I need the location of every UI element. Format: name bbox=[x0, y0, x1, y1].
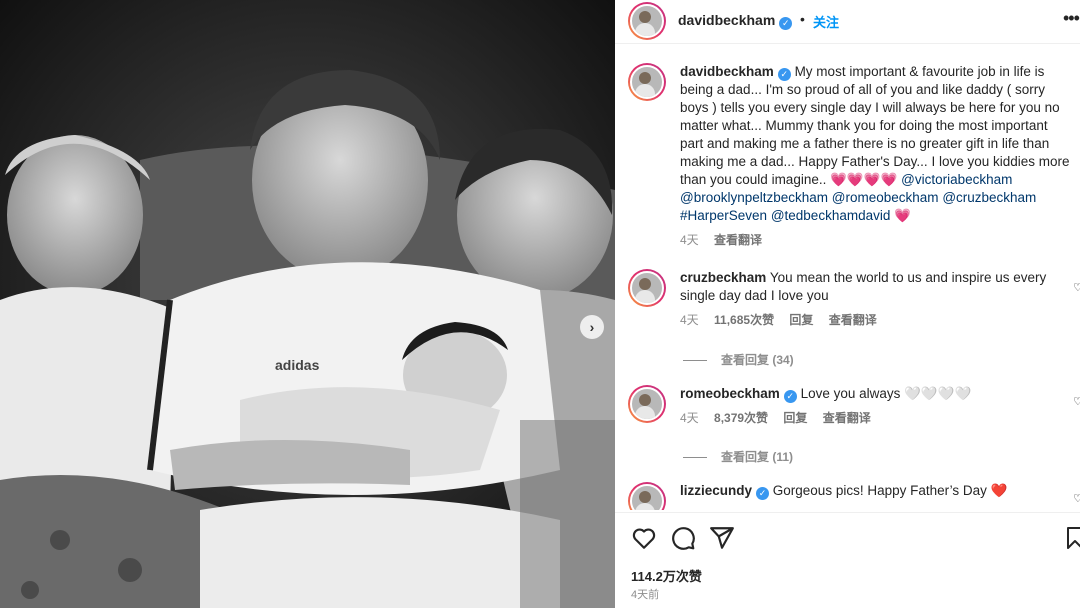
comment-text: Gorgeous pics! Happy Father’s Day ❤️ bbox=[772, 483, 1008, 498]
heart-icon[interactable]: ♡ bbox=[1073, 281, 1080, 294]
view-replies-button[interactable]: 查看回复 (11) bbox=[683, 448, 793, 465]
caption-meta: 4天 查看翻译 bbox=[680, 231, 1070, 249]
post-author-username[interactable]: davidbeckham ✓ bbox=[678, 12, 793, 30]
caption-text: My most important & favourite job in lif… bbox=[680, 64, 1070, 187]
post-image: adidas › bbox=[0, 0, 615, 608]
comment-meta: 4天 8,379次赞 回复 查看翻译 bbox=[680, 409, 1070, 427]
comment-body: lizziecundy ✓ Gorgeous pics! Happy Father… bbox=[680, 482, 1070, 500]
mention-link[interactable]: @romeobeckham bbox=[832, 190, 939, 205]
mention-link[interactable]: @cruzbeckham bbox=[942, 190, 1036, 205]
comment-body: cruzbeckham You mean the world to us and… bbox=[680, 269, 1070, 329]
translate-button[interactable]: 查看翻译 bbox=[829, 313, 877, 327]
reply-button[interactable]: 回复 bbox=[783, 411, 807, 425]
more-options-icon[interactable]: ••• bbox=[1063, 8, 1080, 29]
avatar[interactable] bbox=[628, 269, 666, 307]
comment-body: romeobeckham ✓ Love you always 🤍🤍🤍🤍 4天 8,… bbox=[680, 385, 1070, 427]
avatar[interactable] bbox=[628, 63, 666, 101]
verified-badge-icon: ✓ bbox=[756, 487, 770, 500]
caption-username[interactable]: davidbeckham ✓ bbox=[680, 64, 791, 81]
comment-username[interactable]: cruzbeckham bbox=[680, 270, 766, 285]
bookmark-icon[interactable] bbox=[1063, 525, 1080, 551]
avatar[interactable] bbox=[628, 482, 666, 510]
avatar[interactable] bbox=[628, 385, 666, 423]
heart-icon[interactable]: ♡ bbox=[1073, 492, 1080, 505]
comment-time[interactable]: 4天 bbox=[680, 411, 699, 425]
follow-button[interactable]: 关注 bbox=[813, 12, 839, 31]
comment-icon[interactable] bbox=[670, 525, 696, 551]
verified-badge-icon: ✓ bbox=[783, 390, 797, 403]
divider-line bbox=[683, 457, 707, 459]
caption-body: davidbeckham ✓ My most important & favour… bbox=[680, 63, 1070, 249]
hashtag-link[interactable]: #HarperSeven bbox=[680, 208, 767, 223]
post-detail-panel: davidbeckham ✓ • 关注 ••• davidbeckham ✓ My … bbox=[615, 0, 1080, 608]
caption-time[interactable]: 4天 bbox=[680, 233, 699, 247]
reply-button[interactable]: 回复 bbox=[789, 313, 813, 327]
heart-icon[interactable] bbox=[631, 525, 657, 551]
mention-link[interactable]: @tedbeckhamdavid bbox=[771, 208, 891, 223]
translate-button[interactable]: 查看翻译 bbox=[823, 411, 871, 425]
comment-username[interactable]: romeobeckham ✓ bbox=[680, 386, 797, 403]
comment-text: Love you always 🤍🤍🤍🤍 bbox=[800, 386, 972, 401]
separator-dot: • bbox=[800, 11, 805, 27]
family-photo: adidas bbox=[0, 0, 615, 608]
heart-icon[interactable]: ♡ bbox=[1073, 395, 1080, 408]
action-bar: 114.2万次赞 4天前 bbox=[615, 512, 1080, 608]
share-icon[interactable] bbox=[709, 525, 735, 551]
svg-text:adidas: adidas bbox=[275, 357, 320, 373]
heart-emoji: 💗 bbox=[894, 208, 911, 223]
comment-likes[interactable]: 8,379次赞 bbox=[714, 411, 768, 425]
comments-list: davidbeckham ✓ My most important & favour… bbox=[615, 45, 1080, 510]
translate-button[interactable]: 查看翻译 bbox=[714, 233, 762, 247]
avatar[interactable] bbox=[628, 2, 666, 40]
comment-username[interactable]: lizziecundy ✓ bbox=[680, 483, 770, 500]
verified-badge-icon: ✓ bbox=[779, 17, 793, 30]
mention-link[interactable]: @brooklynpeltzbeckham bbox=[680, 190, 828, 205]
comment-likes[interactable]: 11,685次赞 bbox=[714, 313, 774, 327]
chevron-right-icon[interactable]: › bbox=[580, 315, 604, 339]
verified-badge-icon: ✓ bbox=[777, 68, 791, 81]
post-time[interactable]: 4天前 bbox=[631, 586, 659, 602]
post-header: davidbeckham ✓ • 关注 ••• bbox=[615, 0, 1080, 44]
like-count[interactable]: 114.2万次赞 bbox=[631, 566, 702, 585]
comment-meta: 4天 11,685次赞 回复 查看翻译 bbox=[680, 311, 1070, 329]
divider-line bbox=[683, 360, 707, 362]
comment-time[interactable]: 4天 bbox=[680, 313, 699, 327]
mention-link[interactable]: @victoriabeckham bbox=[901, 172, 1012, 187]
view-replies-button[interactable]: 查看回复 (34) bbox=[683, 351, 794, 368]
